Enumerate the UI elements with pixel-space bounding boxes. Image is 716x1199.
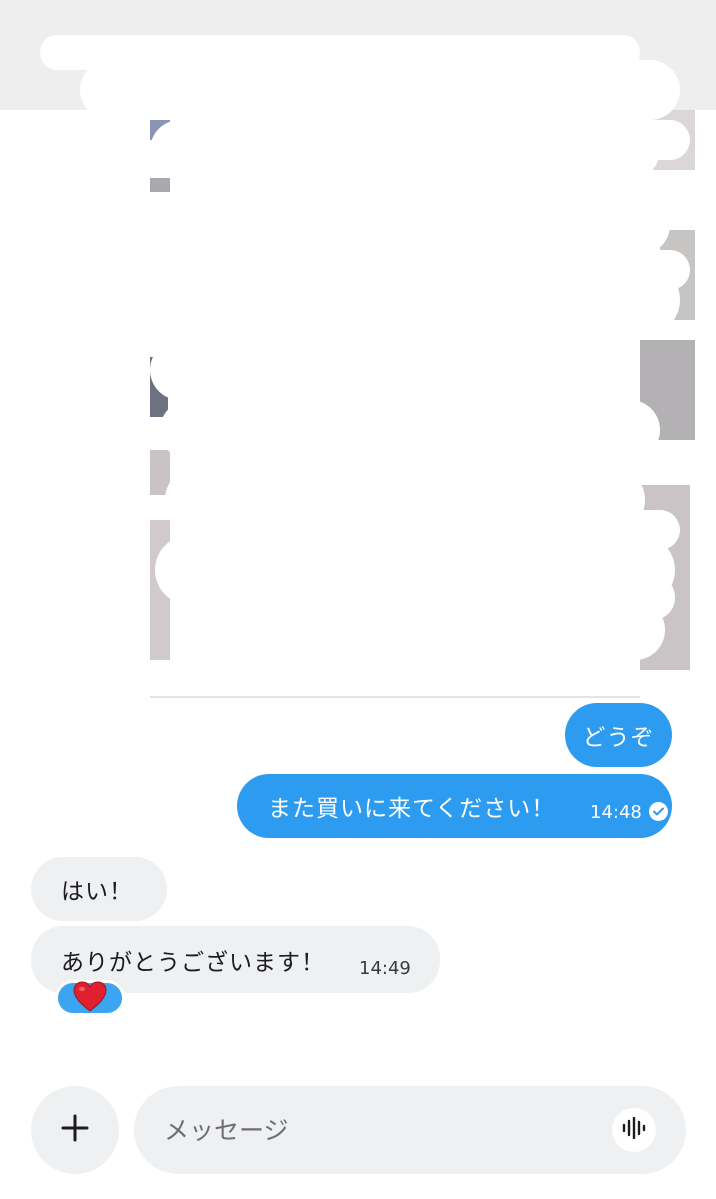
message-text: はい！ [61,879,133,905]
message-text: また買いに来てください！ [268,796,556,822]
redacted-image [0,0,716,700]
reaction-badge[interactable] [55,980,125,1016]
message-composer [134,1086,686,1174]
message-input[interactable] [164,1113,604,1147]
message-text: ありがとうございます！ [61,949,325,976]
plus-icon [61,1114,89,1146]
voice-message-button[interactable] [612,1108,656,1152]
message-text: どうぞ [582,725,655,751]
message-bubble-incoming[interactable]: はい！ [31,857,167,921]
message-time: 14:48 [590,802,642,823]
message-bubble-outgoing[interactable]: また買いに来てください！ 14:48 [237,774,672,838]
message-bubble-outgoing[interactable]: どうぞ [565,703,672,767]
red-heart-icon [73,980,107,1016]
voice-waveform-icon [622,1116,646,1143]
message-time: 14:49 [359,958,411,979]
read-check-icon [649,802,668,821]
add-button[interactable] [31,1086,119,1174]
